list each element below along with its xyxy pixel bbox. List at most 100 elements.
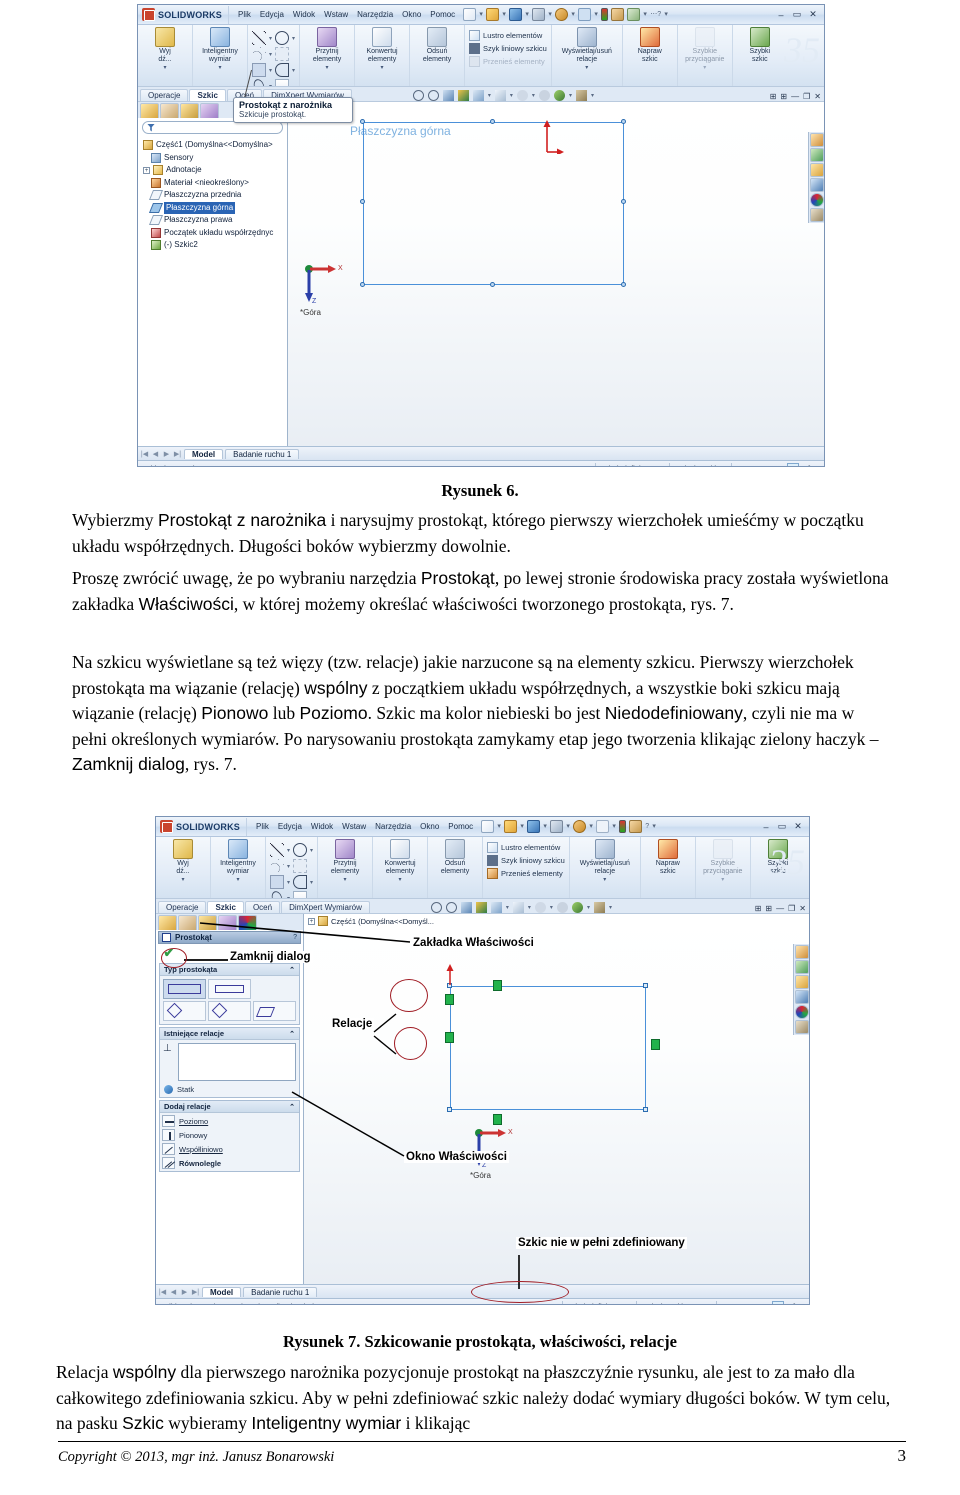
corner-rectangle-icon[interactable] (163, 979, 206, 999)
first-tab-icon[interactable]: |◀ (140, 450, 149, 458)
tree-item-part[interactable]: Część1 (Domyślna<<Domyślna> (141, 139, 284, 152)
bottom-tab-bar-figure6[interactable]: |◀ ◀ ▶ ▶| Model Badanie ruchu 1 (138, 446, 824, 460)
relation-vertical-left[interactable] (445, 1032, 454, 1043)
chevron-down-icon[interactable]: ▾ (550, 904, 553, 911)
chevron-down-icon[interactable]: ▾ (609, 904, 612, 911)
tab-model[interactable]: Model (184, 448, 224, 459)
graphics-area-figure6[interactable]: Płaszczyzna górna X Z *Góra (288, 102, 824, 446)
tab-szkic[interactable]: Szkic (189, 89, 226, 101)
chevron-down-icon[interactable]: ▾ (287, 847, 290, 854)
exit-sketch-button[interactable]: Wyj dź... ▾ (160, 839, 206, 883)
sketch-rectangle[interactable] (450, 986, 646, 1110)
tree-item-material[interactable]: Materiał <nieokreślony> (141, 177, 284, 190)
sketch-point-top-left[interactable] (360, 119, 365, 124)
tab-feature-tree-icon[interactable] (158, 915, 177, 930)
tree-item-sensory[interactable]: Sensory (141, 152, 284, 165)
sketch-rectangle[interactable] (363, 122, 624, 285)
menu-item-wstaw[interactable]: Wstaw (324, 10, 348, 19)
print-icon[interactable] (550, 820, 564, 833)
print-icon[interactable] (532, 8, 546, 21)
chevron-down-icon[interactable]: ▾ (287, 879, 290, 886)
chevron-down-icon[interactable]: ▾ (506, 904, 509, 911)
display-style-icon[interactable] (490, 902, 502, 913)
next-tab-icon[interactable]: ▶ (180, 1288, 189, 1296)
hide-show-items-icon[interactable] (494, 90, 506, 101)
offset-entities-button[interactable]: Odsuń elementy (432, 839, 478, 876)
chevron-down-icon[interactable]: ▾ (236, 876, 239, 883)
sketch-point-bottom-left[interactable] (360, 282, 365, 287)
prev-tab-icon[interactable]: ◀ (169, 1288, 178, 1296)
rebuild-icon[interactable] (619, 820, 627, 833)
chevron-down-icon[interactable]: ▾ (310, 847, 313, 854)
arc-icon[interactable] (293, 875, 308, 889)
sketch-point-bottom-right[interactable] (643, 1107, 648, 1112)
save-icon[interactable] (527, 820, 541, 833)
menu-item-edycja[interactable]: Edycja (278, 822, 302, 831)
relation-coincident-corner[interactable] (445, 994, 454, 1005)
arc-icon[interactable] (275, 63, 290, 77)
tab-szkic[interactable]: Szkic (207, 901, 244, 913)
chevron-down-icon[interactable]: ▾ (344, 876, 347, 883)
menu-bar[interactable]: Plik Edycja Widok Wstaw Narzędzia Okno P… (256, 822, 473, 831)
menu-item-edycja[interactable]: Edycja (260, 10, 284, 19)
chevron-down-icon[interactable]: ▾ (703, 64, 706, 71)
view-orientation-icon[interactable] (457, 90, 469, 101)
chevron-down-icon[interactable]: ▾ (510, 92, 513, 99)
display-style-icon[interactable] (472, 90, 484, 101)
chevron-down-icon[interactable]: ▾ (532, 92, 535, 99)
appearances-scenes-icon[interactable] (810, 193, 824, 207)
chevron-down-icon[interactable]: ▾ (603, 876, 606, 883)
sketch-point-top-right[interactable] (643, 983, 648, 988)
linear-sketch-pattern-item[interactable]: Szyk liniowy szkicu (487, 855, 565, 866)
first-tab-icon[interactable]: |◀ (158, 1288, 167, 1296)
tab-configuration-manager-icon[interactable] (180, 103, 199, 118)
last-tab-icon[interactable]: ▶| (191, 1288, 200, 1296)
surface-icon[interactable] (293, 859, 308, 873)
line-icon[interactable] (252, 31, 266, 45)
center-rectangle-icon[interactable] (208, 979, 251, 999)
units-chevron-icon[interactable]: ▴ (769, 464, 787, 467)
tree-item-adnotacje[interactable]: + Adnotacje (141, 164, 284, 177)
new-document-icon[interactable] (463, 8, 477, 21)
zoom-to-area-icon[interactable] (445, 902, 457, 913)
chevron-down-icon[interactable]: ▾ (269, 35, 272, 42)
file-explorer-icon[interactable] (795, 975, 809, 989)
chevron-down-icon[interactable]: ▾ (488, 92, 491, 99)
search-library-icon[interactable] (810, 178, 824, 192)
tree-item-poczatek-ukladu[interactable]: Początek układu współrzędnyc (141, 227, 284, 240)
menu-item-pomoc[interactable]: Pomoc (430, 10, 455, 19)
chevron-down-icon[interactable]: ▾ (310, 879, 313, 886)
design-library-home-icon[interactable] (810, 133, 824, 147)
menu-item-narzedzia[interactable]: Narzędzia (375, 822, 411, 831)
chevron-down-icon[interactable]: ▾ (399, 876, 402, 883)
mirror-entities-item[interactable]: Lustro elementów (469, 30, 547, 41)
chevron-down-icon[interactable]: ▾ (585, 64, 588, 71)
new-document-icon[interactable] (481, 820, 495, 833)
add-relation-wspolliniowo[interactable]: Współliniowo (162, 1143, 297, 1155)
maximize-button[interactable]: ▭ (776, 821, 788, 832)
options-icon[interactable] (629, 820, 643, 833)
tab-badanie-ruchu[interactable]: Badanie ruchu 1 (243, 1286, 318, 1297)
trim-entities-button[interactable]: Przytnij elementy ▾ (304, 27, 350, 71)
smart-dimension-button[interactable]: Inteligentny wymiar ▾ (215, 839, 261, 883)
menu-item-okno[interactable]: Okno (420, 822, 439, 831)
menu-item-plik[interactable]: Plik (238, 10, 251, 19)
menu-item-widok[interactable]: Widok (311, 822, 333, 831)
relation-items-list[interactable]: Lustro elementów Szyk liniowy szkicu Prz… (487, 842, 565, 879)
appearances-scenes-icon[interactable] (795, 1005, 809, 1019)
prev-tab-icon[interactable]: ◀ (151, 450, 160, 458)
view-toolbar[interactable]: ▾ ▾ ▾ ▾ ▾ (412, 90, 594, 101)
sketch-point-top-right[interactable] (621, 119, 626, 124)
apply-scene-icon[interactable] (556, 902, 568, 913)
undo-icon[interactable] (555, 8, 569, 21)
corner-rectangle-icon[interactable] (270, 875, 284, 889)
add-relation-poziomo[interactable]: Poziomo (162, 1115, 297, 1127)
window-controls[interactable]: – ▭ ✕ (760, 821, 807, 832)
menu-item-wstaw[interactable]: Wstaw (342, 822, 366, 831)
circle-icon[interactable] (275, 31, 290, 45)
chevron-down-icon[interactable]: ▾ (528, 904, 531, 911)
collapse-icon[interactable]: ⌃ (289, 1030, 295, 1038)
task-pane-tabs[interactable] (793, 944, 809, 1035)
quick-access-toolbar[interactable]: ▾ ▾ ▾ ▾ ▾ ▾ ▾ ⋯ ? ▾ (463, 8, 668, 21)
menu-item-plik[interactable]: Plik (256, 822, 269, 831)
